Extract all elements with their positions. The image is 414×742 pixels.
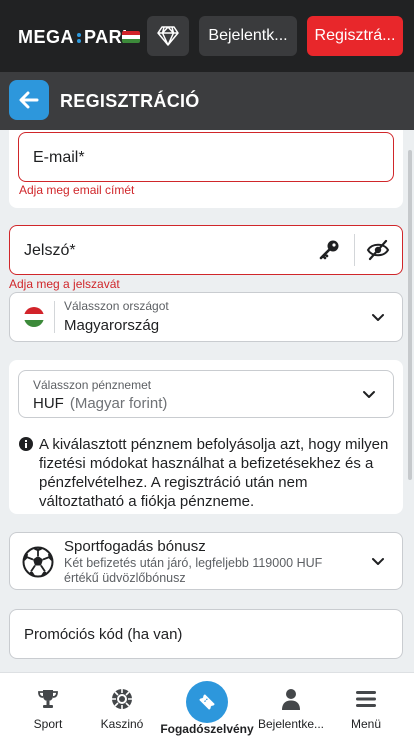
bonus-select[interactable]: Sportfogadás bónusz Két befizetés után j… xyxy=(9,532,403,590)
nav-sport-label: Sport xyxy=(33,717,63,731)
vip-diamond-button[interactable] xyxy=(147,16,189,56)
diamond-icon xyxy=(157,26,179,46)
user-icon xyxy=(282,689,300,710)
bonus-description: Két befizetés után járó, legfeljebb 1190… xyxy=(64,556,323,585)
register-button[interactable]: Regisztrá... xyxy=(307,16,403,56)
casino-chip-icon xyxy=(112,689,132,709)
hamburger-menu-icon xyxy=(356,691,376,707)
key-icon[interactable] xyxy=(318,239,340,261)
email-error: Adja meg email címét xyxy=(19,183,135,197)
country-label: Válasszon országot xyxy=(64,299,169,313)
page-scrollbar[interactable] xyxy=(408,150,412,480)
currency-code: HUF xyxy=(33,395,64,412)
nav-betslip-label: Fogadószelvény xyxy=(160,722,254,736)
betslip-circle xyxy=(186,681,228,723)
nav-casino-label: Kaszinó xyxy=(100,717,144,731)
logo-text-mega: MEGA xyxy=(18,27,74,47)
top-header: MEGA PARI Bejelentk... Regisztrá... xyxy=(0,0,414,72)
password-field-divider xyxy=(354,234,355,266)
currency-label: Válasszon pénznemet xyxy=(33,378,152,392)
back-button[interactable] xyxy=(9,80,49,120)
promo-code-input[interactable]: Promóciós kód (ha van) xyxy=(9,609,403,659)
currency-select[interactable]: Válasszon pénznemet HUF (Magyar forint) xyxy=(18,370,394,418)
password-error: Adja meg a jelszavát xyxy=(9,277,120,291)
nav-sport[interactable]: Sport xyxy=(18,673,78,742)
chevron-down-icon xyxy=(372,314,384,321)
currency-name: (Magyar forint) xyxy=(69,395,168,412)
arrow-left-icon xyxy=(19,91,39,109)
nav-login[interactable]: Bejelentke... xyxy=(254,673,328,742)
login-button[interactable]: Bejelentk... xyxy=(199,16,297,56)
nav-menu[interactable]: Menü xyxy=(338,673,394,742)
currency-value: HUF (Magyar forint) xyxy=(33,395,167,412)
eye-off-icon[interactable] xyxy=(366,239,390,261)
nav-casino[interactable]: Kaszinó xyxy=(92,673,152,742)
promo-code-placeholder: Promóciós kód (ha van) xyxy=(24,626,183,643)
password-field[interactable]: Jelszó* xyxy=(9,225,403,275)
currency-info-text: A kiválasztott pénznem befolyásolja azt,… xyxy=(39,436,389,510)
chevron-down-icon xyxy=(372,558,384,565)
bottom-navigation: Sport Kaszinó Fogadószelvény Bejelentke.… xyxy=(0,672,414,742)
page-title: REGISZTRÁCIÓ xyxy=(60,91,200,111)
email-field[interactable]: E-mail* xyxy=(18,132,394,182)
hungary-flag-icon[interactable] xyxy=(122,31,140,43)
trophy-icon xyxy=(38,690,58,708)
registration-form: E-mail* Adja meg email címét Jelszó* Adj… xyxy=(0,130,414,672)
chevron-down-icon xyxy=(363,391,375,398)
soccer-ball-icon xyxy=(22,546,54,578)
ticket-icon xyxy=(199,694,215,710)
info-icon xyxy=(19,437,33,451)
nav-login-label: Bejelentke... xyxy=(257,717,325,731)
nav-betslip[interactable]: Fogadószelvény xyxy=(150,673,264,742)
password-label: Jelszó* xyxy=(24,242,76,259)
hungary-flag-icon xyxy=(24,307,44,327)
country-value: Magyarország xyxy=(64,317,160,334)
bonus-title: Sportfogadás bónusz xyxy=(64,538,206,555)
nav-menu-label: Menü xyxy=(350,717,382,731)
logo-dots xyxy=(77,32,81,44)
country-select[interactable]: Válasszon országot Magyarország xyxy=(9,292,403,342)
page-title-bar: REGISZTRÁCIÓ xyxy=(0,72,414,130)
megapari-logo[interactable]: MEGA PARI xyxy=(18,27,128,48)
email-label: E-mail* xyxy=(33,149,85,166)
country-select-divider xyxy=(54,301,55,333)
